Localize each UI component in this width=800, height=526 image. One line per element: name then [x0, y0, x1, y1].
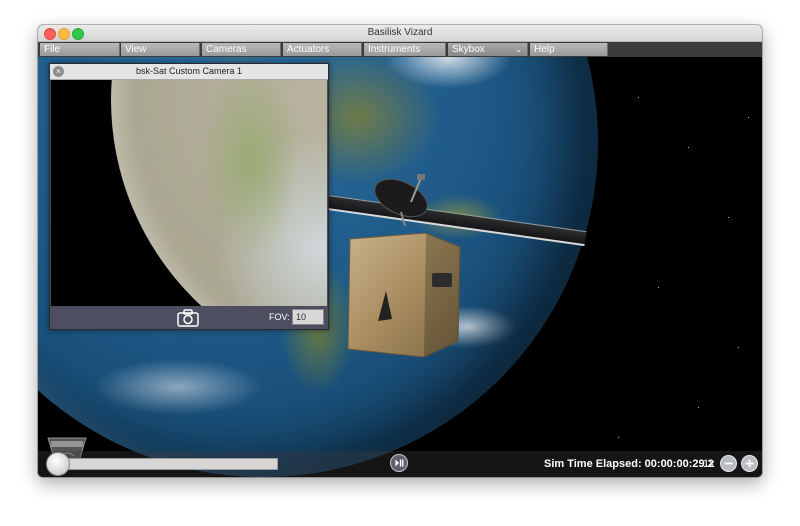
sim-time-elapsed: Sim Time Elapsed: 00:00:00:29.2 [544, 458, 714, 470]
star [728, 217, 729, 218]
star [688, 147, 689, 148]
menu-view[interactable]: View [121, 43, 200, 56]
menu-skybox-label: Skybox [452, 44, 485, 55]
camera-feed [51, 80, 327, 306]
vizard-window: Basilisk Vizard File View Cameras Actuat… [38, 25, 762, 477]
play-pause-icon[interactable] [390, 454, 408, 472]
chevron-down-icon: ⌄ [515, 45, 522, 54]
star [748, 117, 749, 118]
title-bar: Basilisk Vizard [38, 25, 762, 42]
camera-icon[interactable] [176, 308, 200, 328]
minus-icon[interactable] [720, 455, 737, 472]
camera-panel-header[interactable]: × bsk-Sat Custom Camera 1 [50, 64, 328, 80]
menu-help[interactable]: Help [530, 43, 608, 56]
star [618, 437, 619, 438]
menu-actuators[interactable]: Actuators [283, 43, 362, 56]
camera-panel-footer: FOV: [50, 307, 328, 329]
playback-speed: 1x [703, 458, 715, 470]
camera-feed-planet [111, 80, 327, 306]
playback-bar: Sim Time Elapsed: 00:00:00:29.2 1x [38, 451, 762, 477]
menu-bar: File View Cameras Actuators Instruments … [38, 42, 762, 57]
spacecraft-body [347, 233, 461, 357]
fov-input[interactable] [292, 309, 324, 325]
star [638, 97, 639, 98]
menu-instruments[interactable]: Instruments [364, 43, 446, 56]
camera-panel-title: bsk-Sat Custom Camera 1 [135, 66, 243, 76]
star [738, 347, 739, 348]
antenna-dish [374, 174, 428, 226]
time-slider-handle[interactable] [46, 452, 71, 476]
menu-cameras[interactable]: Cameras [202, 43, 281, 56]
plus-icon[interactable] [741, 455, 758, 472]
menu-skybox-dropdown[interactable]: Skybox ⌄ [448, 43, 528, 56]
window-title: Basilisk Vizard [367, 27, 433, 38]
menu-file[interactable]: File [40, 43, 120, 56]
star [698, 407, 699, 408]
custom-camera-panel: × bsk-Sat Custom Camera 1 FOV: [49, 63, 329, 330]
time-slider-track[interactable] [48, 458, 278, 470]
fov-label: FOV: [269, 312, 290, 322]
star [658, 287, 659, 288]
